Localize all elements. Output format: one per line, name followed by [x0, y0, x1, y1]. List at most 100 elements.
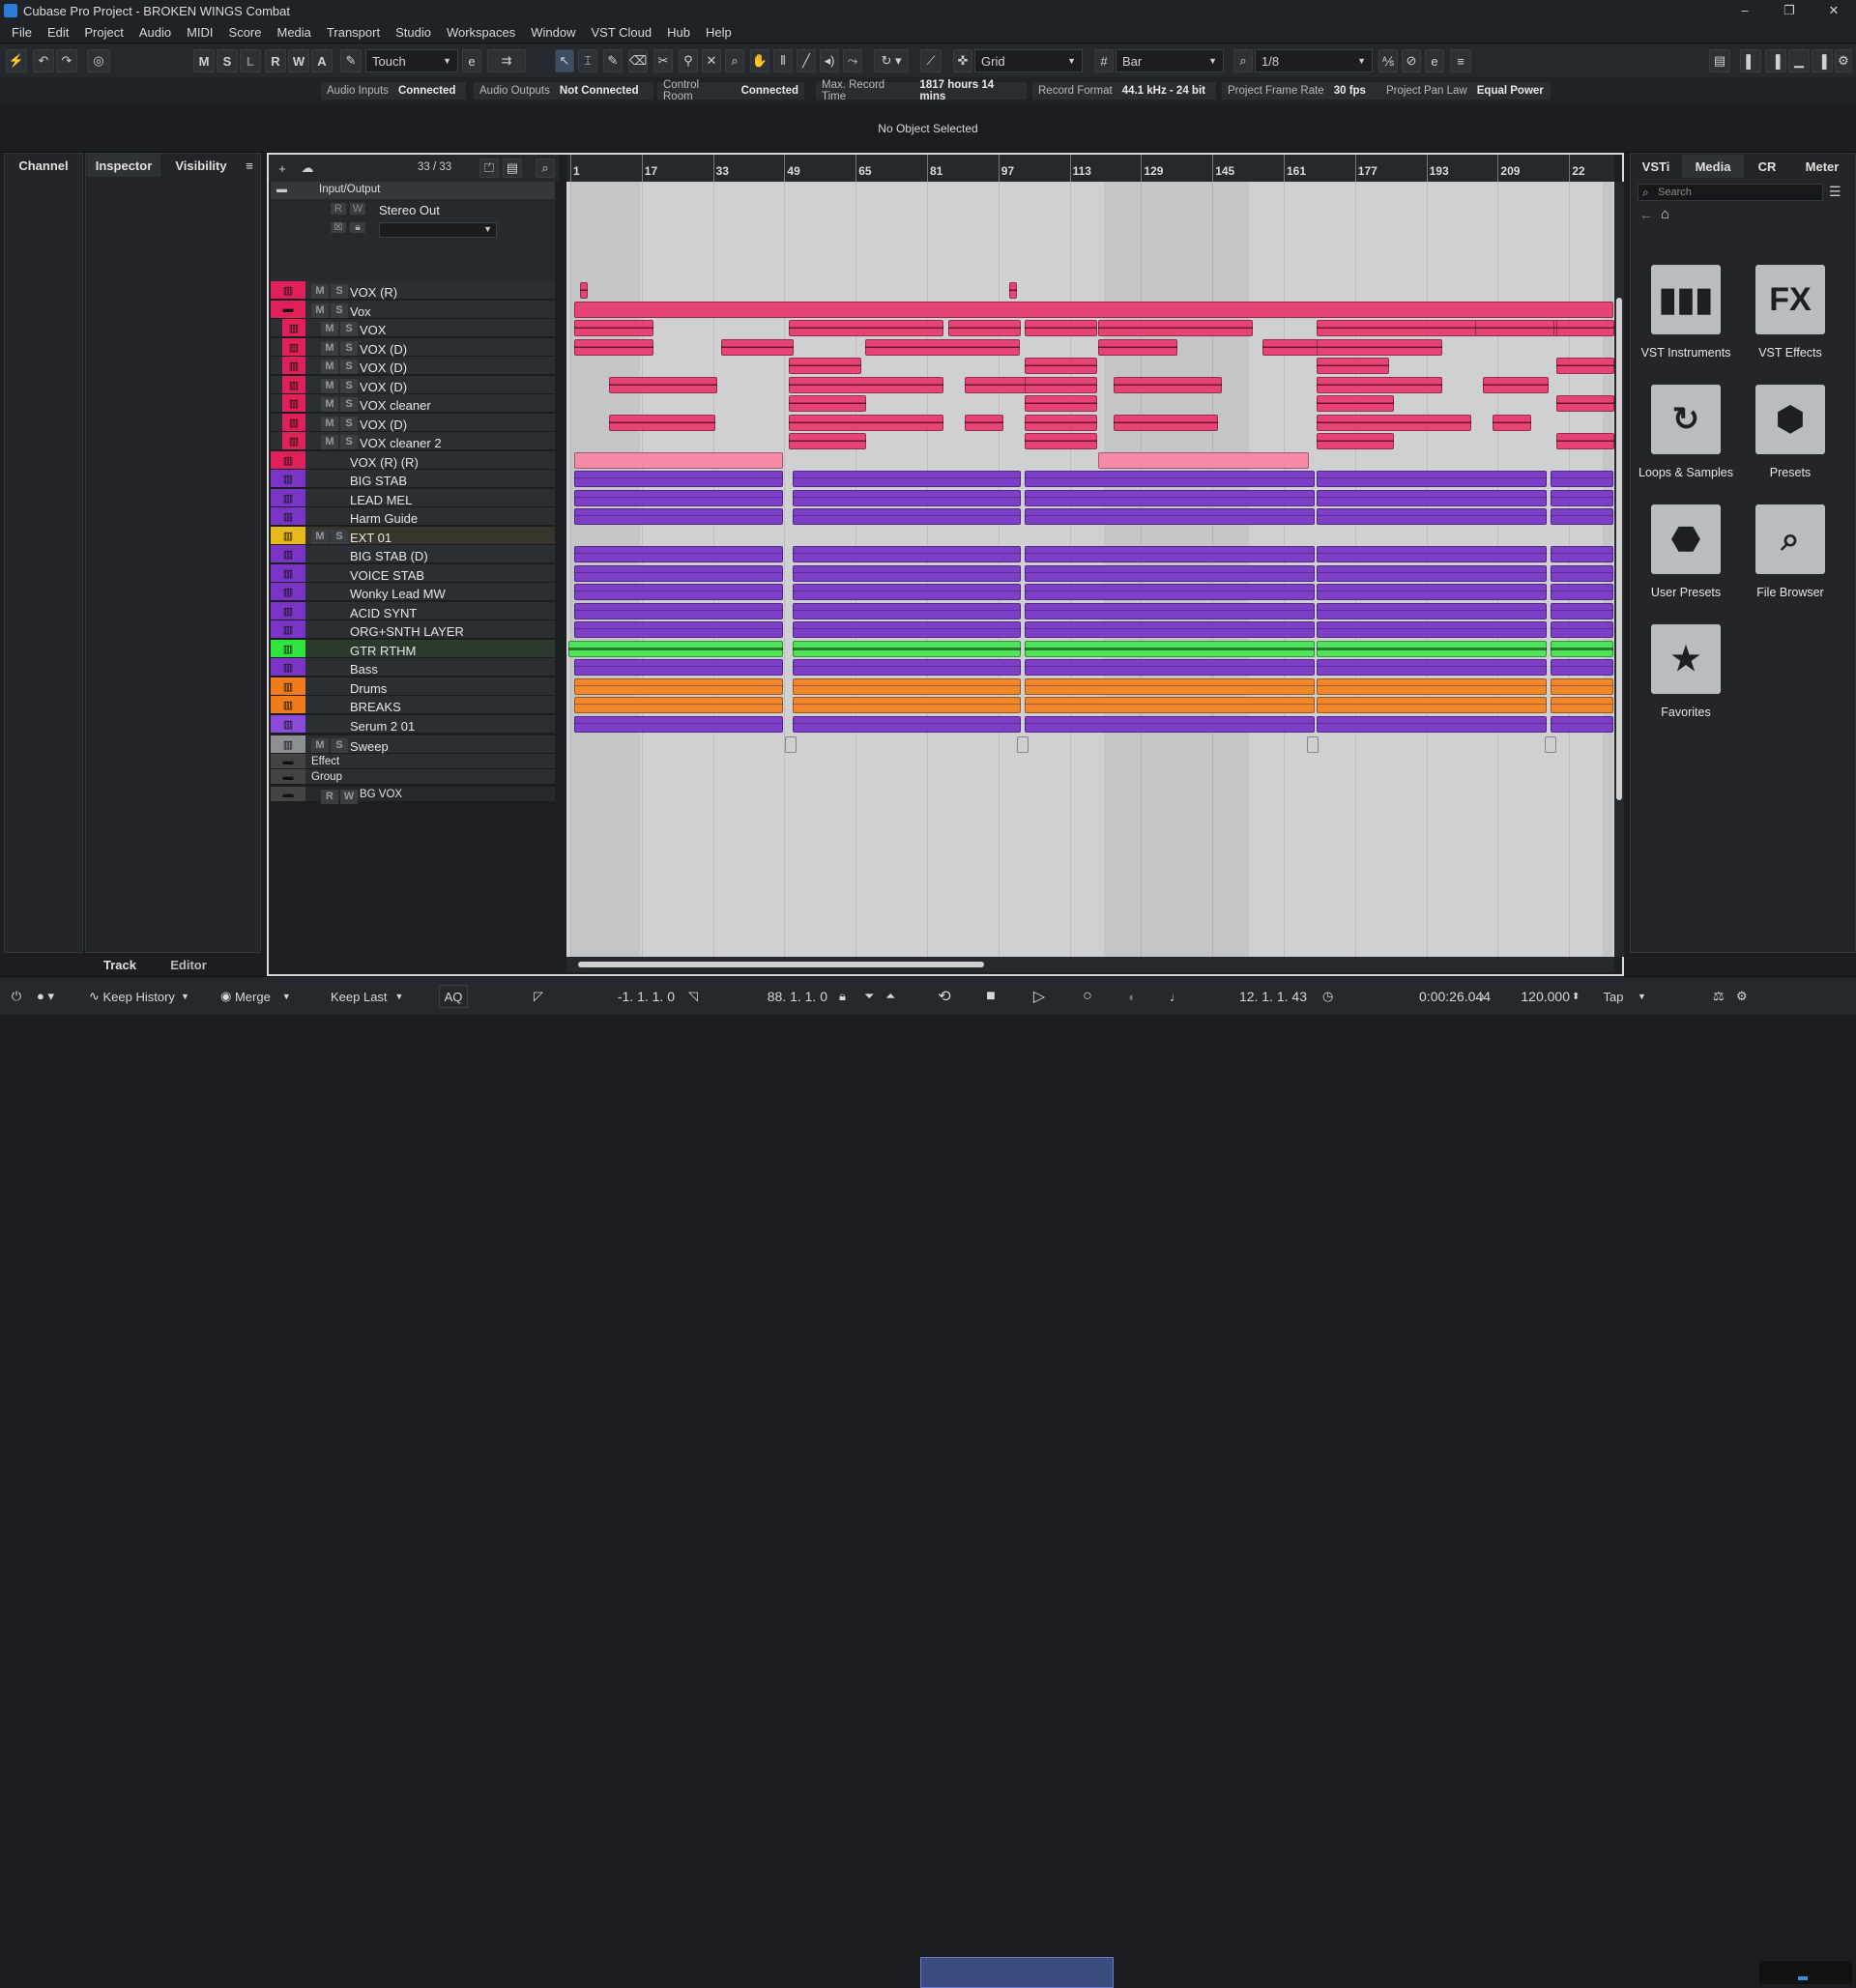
- event-part[interactable]: [1317, 565, 1547, 582]
- keep-last-dropdown[interactable]: Keep Last ▼: [331, 985, 420, 1008]
- track-row[interactable]: ▬ BG VOX R W: [271, 787, 555, 804]
- track-row[interactable]: ▥ M S VOX (D): [271, 414, 555, 432]
- event-part[interactable]: [789, 320, 943, 336]
- mute-button[interactable]: M: [321, 379, 338, 393]
- event-part[interactable]: [1025, 546, 1315, 562]
- mute-all-button[interactable]: M: [193, 49, 215, 72]
- event-part[interactable]: [1317, 415, 1471, 431]
- status-pan-law[interactable]: Project Pan Law Equal Power: [1380, 82, 1551, 100]
- event-part[interactable]: [793, 659, 1021, 676]
- event-part[interactable]: [1551, 546, 1613, 562]
- iterative-quantize-icon[interactable]: ⊘: [1402, 49, 1421, 72]
- event-part[interactable]: [574, 546, 783, 562]
- event-part[interactable]: [1317, 433, 1394, 449]
- track-config-icon[interactable]: ▤: [503, 158, 522, 178]
- solo-button[interactable]: S: [331, 284, 348, 299]
- event-part[interactable]: [609, 415, 715, 431]
- menu-audio[interactable]: Audio: [131, 25, 179, 40]
- sweep-event[interactable]: [1307, 736, 1319, 753]
- track-row[interactable]: ▥ M S EXT 01: [271, 527, 555, 545]
- grid-icon[interactable]: #: [1094, 49, 1114, 72]
- status-max-record-time[interactable]: Max. Record Time 1817 hours 14 mins: [816, 79, 1027, 102]
- event-part[interactable]: [1551, 697, 1613, 713]
- track-row[interactable]: ▥ BIG STAB: [271, 470, 555, 488]
- event-part[interactable]: [1317, 659, 1547, 676]
- event-part[interactable]: [574, 490, 783, 506]
- event-part[interactable]: [1493, 415, 1531, 431]
- event-part[interactable]: [789, 395, 866, 412]
- bypass-icon[interactable]: ☒: [331, 222, 346, 233]
- menu-window[interactable]: Window: [523, 25, 583, 40]
- erase-tool-icon[interactable]: ⌫: [628, 49, 648, 72]
- track-row[interactable]: ▥ ORG+SNTH LAYER: [271, 620, 555, 639]
- history-icon[interactable]: ◎: [87, 49, 110, 72]
- secondary-time-icon[interactable]: ◷: [1322, 985, 1340, 1008]
- track-row[interactable]: ▥ Harm Guide: [271, 507, 555, 526]
- status-audio-inputs[interactable]: Audio Inputs Connected: [321, 82, 466, 100]
- tab-vsti[interactable]: VSTi: [1632, 155, 1680, 178]
- solo-button[interactable]: S: [340, 435, 358, 449]
- home-icon[interactable]: ⌂: [1661, 206, 1669, 222]
- event-part[interactable]: [789, 358, 861, 374]
- menu-midi[interactable]: MIDI: [179, 25, 220, 40]
- event-part[interactable]: [1551, 565, 1613, 582]
- position-bars-display[interactable]: 12. 1. 1. 43: [1191, 985, 1307, 1008]
- event-part[interactable]: [1551, 716, 1613, 733]
- play-icon[interactable]: ▷: [1025, 985, 1054, 1008]
- snap-type-dropdown[interactable]: Grid ▼: [974, 49, 1083, 72]
- event-part[interactable]: [1317, 641, 1547, 657]
- snapshot-icon[interactable]: ⏍: [479, 158, 499, 178]
- event-part[interactable]: [1317, 490, 1547, 506]
- primary-time-icon[interactable]: ♩: [1170, 985, 1187, 1008]
- glue-tool-icon[interactable]: ⚲: [679, 49, 698, 72]
- stop-icon[interactable]: ■: [976, 985, 1005, 1008]
- horizontal-scrollbar[interactable]: [566, 957, 1614, 972]
- event-part[interactable]: [1025, 565, 1315, 582]
- event-part[interactable]: [1551, 584, 1613, 600]
- menu-file[interactable]: File: [4, 25, 40, 40]
- track-row[interactable]: ▥ Wonky Lead MW: [271, 583, 555, 601]
- event-part[interactable]: [965, 415, 1003, 431]
- event-part[interactable]: [1025, 415, 1097, 431]
- event-part[interactable]: [1025, 603, 1315, 619]
- sweep-event[interactable]: [785, 736, 797, 753]
- event-part[interactable]: [1551, 508, 1613, 525]
- listen-all-button[interactable]: L: [240, 49, 261, 72]
- event-part[interactable]: [1317, 377, 1442, 393]
- event-part[interactable]: [1098, 452, 1309, 469]
- grid-type-dropdown[interactable]: Bar ▼: [1116, 49, 1224, 72]
- quantize-icon[interactable]: ⌕: [1233, 49, 1253, 72]
- select-tool-icon[interactable]: ↖: [555, 49, 574, 72]
- presets-icon[interactable]: ⬢: [1755, 385, 1825, 454]
- event-part[interactable]: [1025, 584, 1315, 600]
- read-all-button[interactable]: R: [265, 49, 286, 72]
- menu-workspaces[interactable]: Workspaces: [439, 25, 523, 40]
- status-record-format[interactable]: Record Format 44.1 kHz - 24 bit: [1032, 82, 1216, 100]
- mute-button[interactable]: M: [321, 322, 338, 336]
- event-part[interactable]: [793, 508, 1021, 525]
- redo-icon[interactable]: ↷: [56, 49, 77, 72]
- event-part[interactable]: [1025, 377, 1097, 393]
- solo-button[interactable]: S: [331, 530, 348, 544]
- split-tool-icon[interactable]: ✂: [653, 49, 673, 72]
- event-part[interactable]: [1551, 471, 1613, 487]
- track-row[interactable]: ▬ Effect: [271, 754, 555, 769]
- event-part[interactable]: [574, 716, 783, 733]
- track-row[interactable]: ▥ M S VOX (R): [271, 281, 555, 300]
- left-zone-icon[interactable]: ▌: [1740, 49, 1761, 72]
- right-zone-icon[interactable]: ▐: [1812, 49, 1833, 72]
- event-part[interactable]: [574, 697, 783, 713]
- event-part[interactable]: [789, 433, 866, 449]
- right-locator-display[interactable]: 88. 1. 1. 0: [711, 985, 827, 1008]
- tab-media[interactable]: Media: [1682, 155, 1744, 178]
- solo-button[interactable]: S: [340, 322, 358, 336]
- event-part[interactable]: [1551, 641, 1613, 657]
- track-row[interactable]: ▥ ACID SYNT: [271, 602, 555, 620]
- transport-settings-icon[interactable]: ⚙: [1736, 985, 1754, 1008]
- event-part[interactable]: [1098, 320, 1253, 336]
- list-view-icon[interactable]: ☰: [1829, 184, 1842, 200]
- menu-media[interactable]: Media: [270, 25, 319, 40]
- undo-icon[interactable]: ↶: [33, 49, 54, 72]
- solo-button[interactable]: S: [340, 341, 358, 356]
- mute-button[interactable]: M: [321, 435, 338, 449]
